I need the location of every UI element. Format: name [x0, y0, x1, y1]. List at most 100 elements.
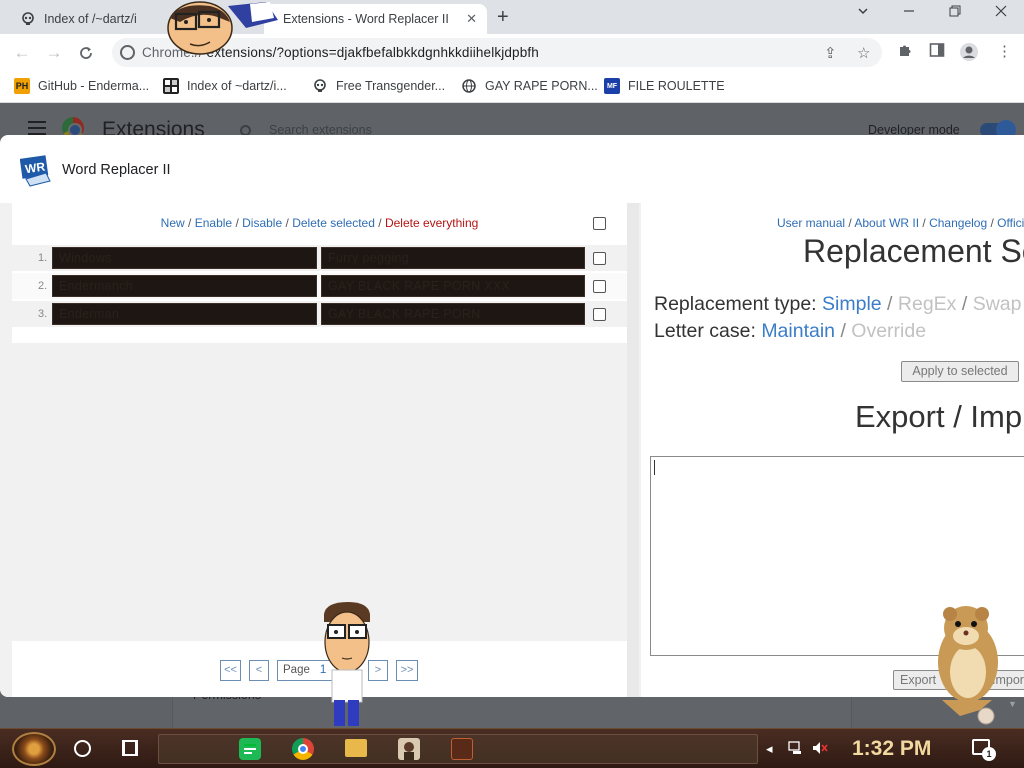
new-rule-link[interactable]: New [161, 216, 185, 230]
rule-number: 2. [38, 280, 48, 292]
notification-count-badge: 1 [982, 747, 996, 761]
minimize-icon[interactable] [889, 4, 929, 20]
separator: / [188, 216, 192, 230]
globe-favicon-icon [461, 78, 477, 94]
bookmarks-bar: PH GitHub - Enderma... Index of ~dartz/i… [0, 72, 1024, 103]
delete-selected-link[interactable]: Delete selected [292, 216, 375, 230]
bookmark-file-roulette[interactable]: MF FILE ROULETTE [604, 78, 725, 94]
skull-favicon-icon [312, 78, 328, 94]
forward-arrow-icon[interactable]: → [43, 42, 65, 64]
kebab-menu-icon[interactable]: ⋮ [997, 42, 1012, 60]
word-replacer-logo-icon: WR [19, 155, 52, 187]
tab-strip: Index of /~dartz/i Extensions - Word Rep… [0, 0, 1024, 34]
find-field[interactable]: Windows [52, 247, 317, 269]
find-field[interactable]: Endermanch [52, 275, 317, 297]
rule-row: 1. Windows Furry pegging [12, 245, 627, 271]
browser-toolbar: ← → Chrome:// extensions/?options=djakfb… [0, 34, 1024, 72]
share-icon[interactable]: ⇪ [824, 44, 837, 62]
rule-checkbox[interactable] [593, 280, 606, 293]
new-tab-button[interactable]: + [497, 6, 509, 29]
replacement-settings-title: Replacement Se [803, 233, 1024, 269]
type-simple-option[interactable]: Simple [822, 293, 882, 315]
taskbar-clock[interactable]: 1:32 PM [852, 737, 931, 761]
bookmark-label: Index of ~dartz/i... [187, 79, 287, 93]
reload-icon[interactable] [75, 42, 97, 64]
bookmark-label: FILE ROULETTE [628, 79, 725, 93]
close-window-icon[interactable] [981, 4, 1021, 22]
rule-actions: New / Enable / Disable / Delete selected… [12, 216, 627, 230]
replacement-type-row: Replacement type: Simple / RegEx / Swap [654, 293, 1022, 315]
rule-checkbox[interactable] [593, 308, 606, 321]
bookmark-index-dartz[interactable]: Index of ~dartz/i... [163, 78, 287, 94]
dialog-body: New / Enable / Disable / Delete selected… [0, 203, 1024, 697]
pagination: << < Page 1 > >> [12, 641, 627, 697]
bookmark-free-trans[interactable]: Free Transgender... [312, 78, 445, 94]
import-button[interactable]: Import [971, 670, 1024, 690]
spotify-lyrics-app-icon[interactable] [239, 738, 261, 760]
rule-checkbox[interactable] [593, 252, 606, 265]
replace-field[interactable]: Furry pegging [321, 247, 585, 269]
restore-icon[interactable] [935, 4, 975, 20]
file-explorer-icon[interactable] [345, 739, 367, 757]
close-tab-icon[interactable]: ✕ [466, 11, 477, 27]
changelog-link[interactable]: Changelog [929, 216, 987, 230]
first-page-button[interactable]: << [220, 660, 241, 681]
bookmark-label: GitHub - Enderma... [38, 79, 150, 93]
settings-panel: User manual / About WR II / Changelog / … [641, 203, 1024, 697]
back-arrow-icon[interactable]: ← [11, 42, 33, 64]
chrome-app-icon[interactable] [292, 738, 314, 760]
pane-divider[interactable] [627, 203, 639, 697]
bookmark-label: GAY RAPE PORN... [485, 79, 598, 93]
windows-taskbar: ◂ 1:32 PM 1 [0, 728, 1024, 768]
user-manual-link[interactable]: User manual [777, 216, 845, 230]
apply-to-selected-button[interactable]: Apply to selected [901, 361, 1019, 382]
tab-title: Index of /~dartz/i [44, 12, 137, 26]
replacement-type-label: Replacement type: [654, 293, 817, 315]
delete-everything-link[interactable]: Delete everything [385, 216, 478, 230]
network-icon[interactable] [788, 741, 804, 758]
side-panel-icon[interactable] [929, 42, 945, 62]
help-links: User manual / About WR II / Changelog / … [777, 216, 1024, 230]
task-view-icon[interactable] [122, 740, 138, 756]
about-link[interactable]: About WR II [854, 216, 919, 230]
grid-favicon-icon [163, 78, 179, 94]
case-override-option[interactable]: Override [851, 320, 926, 342]
official-link[interactable]: Offici [997, 216, 1024, 230]
start-button-icon[interactable] [12, 732, 56, 766]
hamburger-menu-icon[interactable] [28, 121, 46, 135]
skull-favicon-icon [20, 11, 36, 27]
prev-page-button[interactable]: < [249, 660, 269, 681]
tab-index-of-dartz[interactable]: Index of /~dartz/i [8, 4, 263, 34]
replace-field[interactable]: GAY BLACK RAPE PORN XXX [321, 275, 585, 297]
scroll-down-icon[interactable]: ▼ [1008, 699, 1017, 709]
extensions-puzzle-icon[interactable] [897, 42, 913, 62]
rule-number: 3. [38, 308, 48, 320]
next-page-button[interactable]: > [368, 660, 388, 681]
tab-extensions[interactable]: Extensions - Word Replacer II ✕ [264, 4, 487, 34]
page-indicator[interactable]: Page 1 [277, 660, 351, 681]
cortana-icon[interactable] [74, 740, 91, 757]
case-maintain-option[interactable]: Maintain [761, 320, 835, 342]
type-swap-option[interactable]: Swap [973, 293, 1022, 315]
bookmark-gay-rape[interactable]: GAY RAPE PORN... [461, 78, 598, 94]
letter-case-row: Letter case: Maintain / Override [654, 320, 927, 342]
enable-link[interactable]: Enable [195, 216, 232, 230]
export-import-textarea[interactable] [650, 456, 1024, 656]
tray-overflow-icon[interactable]: ◂ [766, 741, 773, 757]
find-field[interactable]: Enderman [52, 303, 317, 325]
tab-search-chevron-icon[interactable] [843, 4, 883, 20]
photo-app-icon[interactable] [398, 738, 420, 760]
bookmark-star-icon[interactable]: ☆ [857, 44, 870, 62]
replace-field[interactable]: GAY BLACK RAPE PORN [321, 303, 585, 325]
volume-muted-icon[interactable] [812, 741, 828, 758]
profile-avatar-icon[interactable] [959, 42, 979, 66]
page-number: 1 [319, 664, 327, 676]
media-app-icon[interactable] [451, 738, 473, 760]
export-button[interactable]: Export [893, 670, 947, 690]
select-all-checkbox[interactable] [593, 217, 606, 230]
last-page-button[interactable]: >> [396, 660, 418, 681]
type-regex-option[interactable]: RegEx [898, 293, 957, 315]
address-bar[interactable]: Chrome:// extensions/?options=djakfbefal… [112, 38, 882, 67]
bookmark-github[interactable]: PH GitHub - Enderma... [14, 78, 149, 94]
disable-link[interactable]: Disable [242, 216, 282, 230]
